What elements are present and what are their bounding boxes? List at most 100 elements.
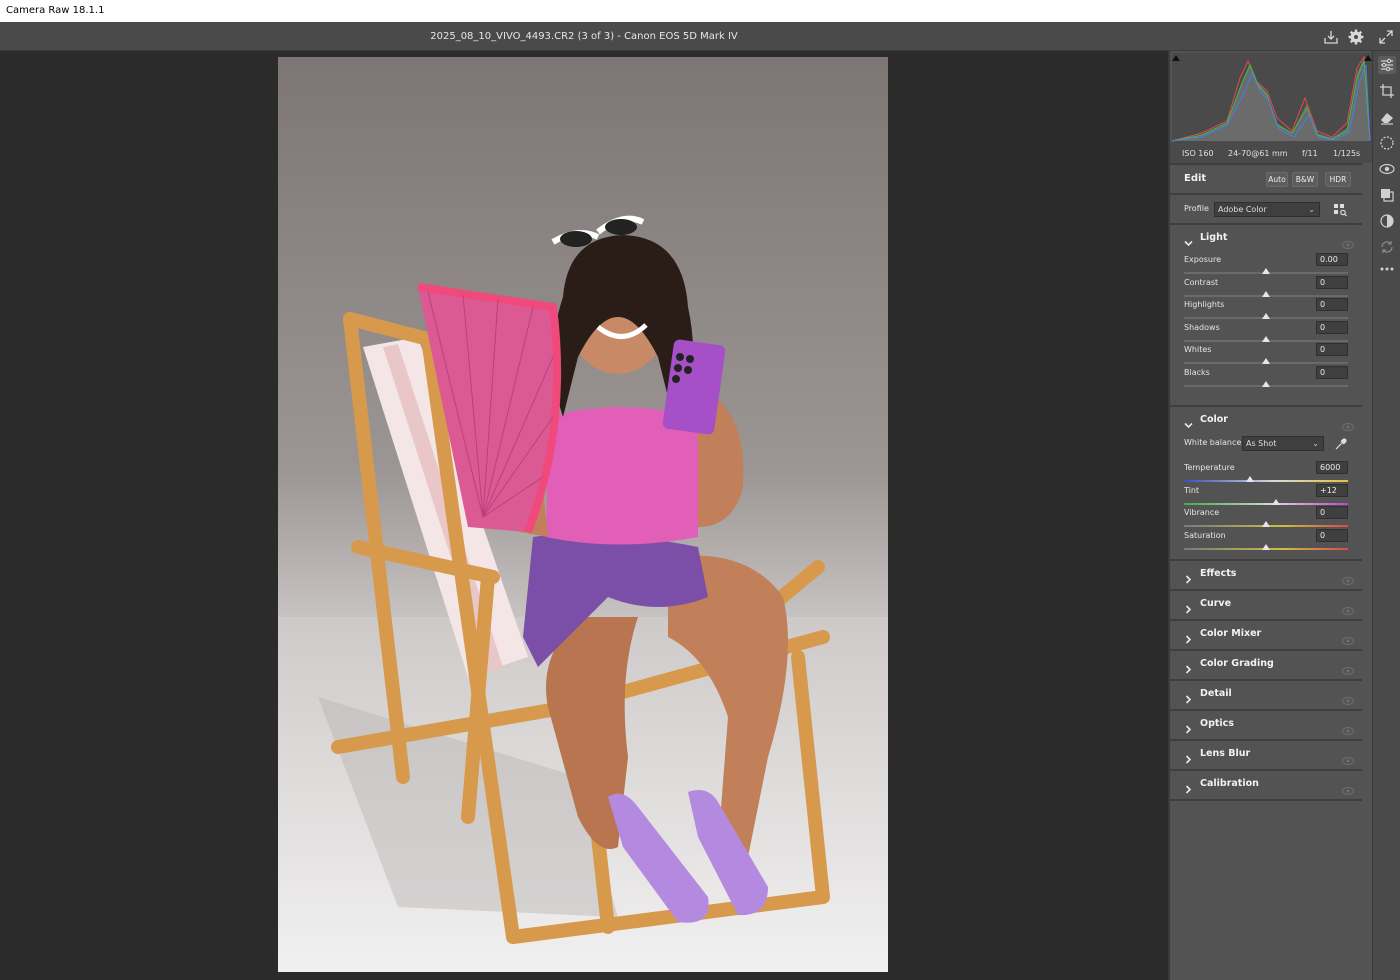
slider-thumb[interactable] (1262, 358, 1270, 364)
slider-temperature[interactable]: Temperature 6000 (1170, 461, 1362, 485)
bw-button[interactable]: B&W (1292, 172, 1318, 187)
slider-value-input[interactable]: 0 (1316, 320, 1348, 334)
profile-value: Adobe Color (1218, 205, 1267, 214)
slider-contrast[interactable]: Contrast 0 (1170, 275, 1362, 300)
slider-track[interactable] (1184, 502, 1348, 505)
edit-title: Edit (1184, 173, 1207, 184)
crop-icon[interactable] (1378, 82, 1396, 100)
slider-thumb[interactable] (1262, 313, 1270, 319)
photo-preview[interactable] (278, 57, 888, 972)
auto-button[interactable]: Auto (1266, 172, 1288, 187)
hdr-button[interactable]: HDR (1325, 172, 1351, 187)
gear-icon[interactable] (1347, 28, 1365, 46)
sync-icon[interactable] (1378, 238, 1396, 256)
slider-highlights[interactable]: Highlights 0 (1170, 298, 1362, 322)
slider-thumb[interactable] (1271, 498, 1280, 505)
eyedropper-icon[interactable] (1334, 436, 1348, 450)
more-icon[interactable] (1378, 260, 1396, 278)
white-balance-select[interactable]: As Shot ⌄ (1242, 436, 1324, 451)
section-title: Detail (1200, 688, 1232, 699)
slider-value-input[interactable]: 0 (1316, 343, 1348, 356)
slider-value-input[interactable]: 0 (1316, 298, 1348, 311)
section-detail[interactable]: Detail (1170, 685, 1362, 705)
chevron-down-icon: ⌄ (1308, 205, 1315, 214)
presets-icon[interactable] (1378, 186, 1396, 204)
section-curve[interactable]: Curve (1170, 595, 1362, 615)
mask-icon[interactable] (1378, 134, 1396, 152)
profile-browser-icon[interactable] (1333, 202, 1347, 217)
slider-label: Shadows (1184, 322, 1220, 332)
slider-value-input[interactable]: 6000 (1316, 461, 1348, 474)
tool-strip (1372, 51, 1400, 980)
chevron-down-icon: ⌄ (1312, 439, 1319, 448)
chevron-right-icon (1184, 779, 1193, 794)
image-canvas[interactable] (0, 51, 1168, 980)
edit-icon[interactable] (1378, 56, 1396, 74)
slider-thumb[interactable] (1262, 521, 1270, 527)
eye-icon[interactable] (1342, 570, 1354, 585)
slider-thumb[interactable] (1262, 268, 1270, 274)
white-balance-value: As Shot (1246, 439, 1277, 448)
eye-icon[interactable] (1342, 750, 1354, 765)
save-icon[interactable] (1322, 28, 1340, 46)
slider-saturation[interactable]: Saturation 0 (1170, 528, 1362, 553)
eye-icon[interactable] (1342, 660, 1354, 675)
divider (1170, 739, 1362, 741)
white-balance-row: White balance As Shot ⌄ (1170, 436, 1362, 456)
divider (1170, 619, 1362, 621)
eraser-icon[interactable] (1378, 108, 1396, 126)
profile-select[interactable]: Adobe Color ⌄ (1214, 202, 1320, 217)
section-effects[interactable]: Effects (1170, 565, 1362, 585)
slider-blacks[interactable]: Blacks 0 (1170, 365, 1362, 390)
divider (1170, 649, 1362, 651)
slider-tint[interactable]: Tint +12 (1170, 483, 1362, 508)
section-light[interactable]: Light (1170, 229, 1362, 249)
slider-thumb[interactable] (1262, 380, 1270, 387)
chevron-down-icon (1184, 415, 1193, 429)
snapshot-icon[interactable] (1378, 212, 1396, 230)
slider-exposure[interactable]: Exposure 0.00 (1170, 253, 1362, 277)
section-title: Effects (1200, 568, 1237, 579)
chevron-right-icon (1184, 719, 1193, 734)
fullscreen-icon[interactable] (1377, 28, 1395, 46)
eye-icon[interactable] (1342, 630, 1354, 645)
slider-value-input[interactable]: 0 (1316, 528, 1348, 542)
section-color-grading[interactable]: Color Grading (1170, 655, 1362, 675)
eye-icon[interactable] (1342, 780, 1354, 795)
photo-illustration (278, 57, 888, 972)
divider (1170, 589, 1362, 591)
section-color[interactable]: Color (1170, 411, 1362, 431)
slider-thumb[interactable] (1245, 476, 1254, 482)
section-color-mixer[interactable]: Color Mixer (1170, 625, 1362, 645)
section-optics[interactable]: Optics (1170, 715, 1362, 735)
section-lens-blur[interactable]: Lens Blur (1170, 745, 1362, 765)
redeye-icon[interactable] (1378, 160, 1396, 178)
slider-shadows[interactable]: Shadows 0 (1170, 320, 1362, 345)
slider-value-input[interactable]: 0 (1316, 275, 1348, 289)
slider-value-input[interactable]: 0 (1316, 506, 1348, 519)
slider-whites[interactable]: Whites 0 (1170, 343, 1362, 367)
eye-icon[interactable] (1342, 600, 1354, 615)
eye-icon[interactable] (1342, 234, 1354, 249)
slider-thumb[interactable] (1262, 543, 1270, 550)
divider (1170, 679, 1362, 681)
slider-thumb[interactable] (1262, 290, 1270, 297)
section-calibration[interactable]: Calibration (1170, 775, 1362, 795)
slider-value-input[interactable]: +12 (1316, 483, 1348, 497)
top-header: 2025_08_10_VIVO_4493.CR2 (3 of 3) - Cano… (0, 22, 1400, 51)
lens-value: 24-70@61 mm (1228, 149, 1288, 158)
slider-label: Whites (1184, 345, 1212, 354)
section-title: Color Mixer (1200, 628, 1262, 639)
eye-icon[interactable] (1342, 690, 1354, 705)
slider-vibrance[interactable]: Vibrance 0 (1170, 506, 1362, 530)
section-title: Color Grading (1200, 658, 1274, 669)
eye-icon[interactable] (1342, 416, 1354, 431)
section-title: Lens Blur (1200, 748, 1251, 759)
slider-value-input[interactable]: 0.00 (1316, 253, 1348, 266)
slider-value-input[interactable]: 0 (1316, 365, 1348, 379)
slider-label: Vibrance (1184, 508, 1220, 517)
slider-thumb[interactable] (1262, 335, 1270, 342)
exif-info: ISO 160 24-70@61 mm f/11 1/125s (1170, 143, 1372, 163)
slider-track[interactable] (1184, 480, 1348, 482)
eye-icon[interactable] (1342, 720, 1354, 735)
